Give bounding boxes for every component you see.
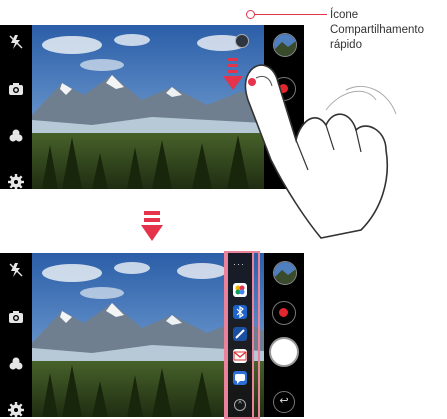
camera-right-toolbar: ↩ <box>264 253 304 417</box>
settings-icon[interactable] <box>7 401 25 417</box>
flash-off-icon[interactable] <box>7 33 25 51</box>
flash-off-icon[interactable] <box>7 261 25 279</box>
callout-leader-line <box>255 14 327 15</box>
transition-arrow-icon <box>141 211 163 243</box>
settings-icon[interactable] <box>7 173 25 189</box>
filter-icon[interactable] <box>7 127 25 145</box>
camera-left-toolbar <box>0 25 32 189</box>
callout-marker <box>246 10 255 19</box>
camera-switch-icon[interactable] <box>7 80 25 98</box>
gallery-thumbnail[interactable] <box>273 261 297 285</box>
back-button[interactable]: ↩ <box>273 391 295 413</box>
callout-line-1: Ícone <box>330 9 359 21</box>
shutter-button[interactable] <box>269 337 299 367</box>
swipe-down-hand-illustration <box>223 30 401 240</box>
share-panel-highlight <box>224 251 260 419</box>
filter-icon[interactable] <box>7 355 25 373</box>
camera-left-toolbar <box>0 253 32 417</box>
camera-switch-icon[interactable] <box>7 308 25 326</box>
record-button[interactable] <box>272 301 296 325</box>
